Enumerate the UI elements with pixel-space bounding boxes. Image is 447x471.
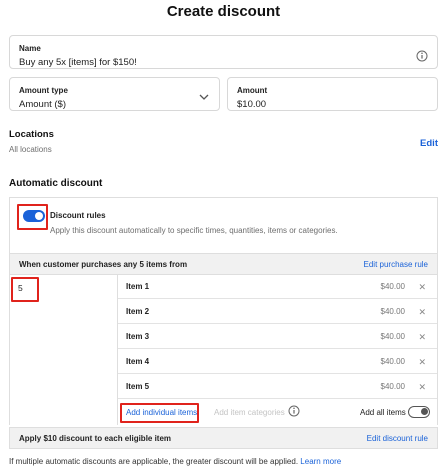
add-all-items-label: Add all items	[360, 408, 406, 417]
name-field-value[interactable]: Buy any 5x [items] for $150!	[19, 57, 137, 68]
remove-item-icon[interactable]: ✕	[418, 332, 426, 343]
list-item: Item 1 $40.00 ✕	[118, 274, 437, 299]
amount-value[interactable]: $10.00	[237, 99, 266, 110]
locations-subtitle: All locations	[9, 145, 52, 154]
discount-rule-text: Apply $10 discount to each eligible item	[19, 434, 172, 443]
item-price: $40.00	[380, 382, 405, 391]
item-name: Item 3	[126, 332, 150, 341]
discount-rule-bar: Apply $10 discount to each eligible item…	[9, 427, 438, 449]
purchase-rule-text: When customer purchases any 5 items from	[19, 260, 188, 269]
page-title: Create discount	[166, 3, 281, 20]
locations-edit-link[interactable]: Edit	[420, 138, 438, 149]
toggle-knob	[421, 408, 428, 415]
item-price: $40.00	[380, 282, 405, 291]
amount-type-value: Amount ($)	[19, 99, 66, 110]
toggle-highlight	[17, 204, 48, 230]
add-all-items-toggle[interactable]	[408, 406, 430, 418]
item-price: $40.00	[380, 307, 405, 316]
edit-discount-rule-link[interactable]: Edit discount rule	[367, 434, 428, 443]
name-field-label: Name	[19, 44, 41, 53]
info-icon[interactable]	[416, 50, 428, 62]
chevron-down-icon	[199, 94, 209, 100]
name-field[interactable]: Name Buy any 5x [items] for $150!	[9, 35, 438, 69]
learn-more-link[interactable]: Learn more	[300, 457, 341, 466]
automatic-discount-title: Automatic discount	[9, 178, 103, 189]
info-icon[interactable]	[288, 405, 300, 417]
discount-rules-description: Apply this discount automatically to spe…	[50, 226, 338, 235]
item-price: $40.00	[380, 332, 405, 341]
footnote: If multiple automatic discounts are appl…	[9, 457, 341, 466]
item-name: Item 1	[126, 282, 150, 291]
add-item-categories-link[interactable]: Add item categories	[214, 408, 285, 417]
add-individual-highlight	[120, 403, 199, 423]
quantity-highlight	[11, 277, 39, 302]
list-item: Item 5 $40.00 ✕	[118, 374, 437, 399]
remove-item-icon[interactable]: ✕	[418, 382, 426, 393]
footnote-text: If multiple automatic discounts are appl…	[9, 457, 299, 466]
remove-item-icon[interactable]: ✕	[418, 282, 426, 293]
list-item: Item 3 $40.00 ✕	[118, 324, 437, 349]
item-price: $40.00	[380, 357, 405, 366]
list-item: Item 2 $40.00 ✕	[118, 299, 437, 324]
remove-item-icon[interactable]: ✕	[418, 357, 426, 368]
locations-title: Locations	[9, 129, 54, 140]
item-name: Item 2	[126, 307, 150, 316]
list-item: Item 4 $40.00 ✕	[118, 349, 437, 374]
remove-item-icon[interactable]: ✕	[418, 307, 426, 318]
edit-purchase-rule-link[interactable]: Edit purchase rule	[364, 260, 428, 269]
amount-field[interactable]: Amount $10.00	[227, 77, 438, 111]
item-name: Item 5	[126, 382, 150, 391]
discount-rules-box: Discount rules Apply this discount autom…	[9, 197, 438, 253]
amount-label: Amount	[237, 86, 268, 95]
item-name: Item 4	[126, 357, 150, 366]
discount-rules-title: Discount rules	[50, 211, 106, 220]
purchase-rule-bar: When customer purchases any 5 items from…	[9, 253, 438, 275]
amount-type-label: Amount type	[19, 86, 68, 95]
amount-type-select[interactable]: Amount type Amount ($)	[9, 77, 220, 111]
